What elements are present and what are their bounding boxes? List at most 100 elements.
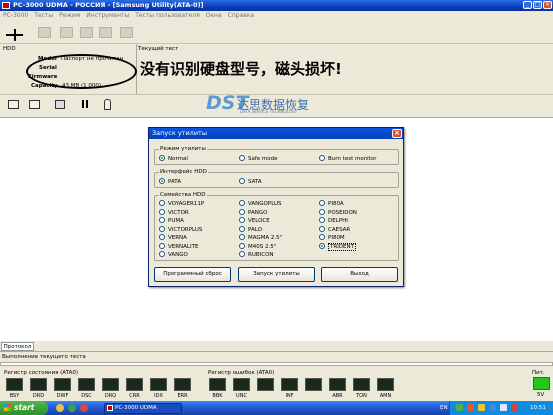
family-option[interactable]: PUMA xyxy=(159,217,184,225)
family-option[interactable]: VICTORPLUS xyxy=(159,225,202,234)
family-option[interactable]: VERNALITE xyxy=(159,242,198,251)
interface-sata[interactable]: SATA xyxy=(239,178,262,186)
tray-icon-6[interactable] xyxy=(511,404,518,411)
family-option[interactable]: VELOCE xyxy=(239,217,270,225)
close-button[interactable]: × xyxy=(543,1,552,9)
menu-pc3000[interactable]: PC-3000 xyxy=(0,11,31,20)
radio-icon xyxy=(159,242,165,249)
interface-group: Интерфейс HDD PATA SATA xyxy=(154,169,399,188)
menu-tools[interactable]: Инструменты xyxy=(83,11,132,20)
tray-icon-2[interactable] xyxy=(467,404,474,411)
register-bit-label: CRR xyxy=(129,393,140,399)
error-register: BBK UNC INF ABR TON AMN xyxy=(205,375,401,399)
family-option[interactable]: PALO xyxy=(239,225,262,234)
menu-mode[interactable]: Режим xyxy=(56,11,83,20)
save-icon[interactable] xyxy=(55,100,65,109)
family-option[interactable]: VANGOPLUS xyxy=(239,200,282,208)
menu-user-tests[interactable]: Тесты пользователя xyxy=(132,11,202,20)
windows-logo-icon xyxy=(4,404,11,411)
radio-icon xyxy=(239,155,245,161)
menu-tests[interactable]: Тесты xyxy=(31,11,56,20)
window-titlebar: PC-3000 UDMA - РОССИЯ - [Samsung Utility… xyxy=(0,0,553,11)
family-option[interactable]: PI80M xyxy=(319,234,345,242)
register-bit-label: ABR xyxy=(332,393,343,399)
register-bit-label: BBK xyxy=(212,393,223,399)
window-title: PC-3000 UDMA - РОССИЯ - [Samsung Utility… xyxy=(13,1,204,9)
mode-normal[interactable]: Normal xyxy=(159,155,188,163)
register-led xyxy=(78,378,95,391)
tray-icon-5[interactable] xyxy=(500,404,507,411)
language-indicator[interactable]: EN xyxy=(440,405,448,411)
family-option[interactable]: TRIDENT xyxy=(319,242,356,251)
mode-burn-test[interactable]: Burn test monitor xyxy=(319,155,377,163)
register-bit-label: BSY xyxy=(9,393,20,399)
maximize-button[interactable]: □ xyxy=(533,1,542,9)
quicklaunch-icon-1[interactable] xyxy=(56,404,64,412)
family-option[interactable]: PI80A xyxy=(319,200,344,208)
hand-icon[interactable] xyxy=(104,99,111,110)
register-bit-label: AMN xyxy=(379,393,392,399)
register-bit-label: DRD xyxy=(32,393,45,399)
family-option[interactable]: VANGO xyxy=(159,251,188,259)
radio-icon xyxy=(239,251,245,257)
open-icon[interactable] xyxy=(8,100,19,109)
toolbar-icon-4[interactable] xyxy=(99,27,112,38)
menu-help[interactable]: Справка xyxy=(225,11,257,20)
tab-protocol[interactable]: Протокол xyxy=(1,342,34,351)
quicklaunch-icon-3[interactable] xyxy=(80,404,88,412)
taskbar-item-pc3000[interactable]: PC-3000 UDMA xyxy=(104,403,182,414)
quicklaunch-icon-2[interactable] xyxy=(68,404,76,412)
radio-icon xyxy=(239,217,245,223)
register-led xyxy=(257,378,274,391)
exit-button[interactable]: Выход xyxy=(321,267,398,282)
progress-label: Выполнение текущего теста xyxy=(2,354,86,360)
radio-icon xyxy=(319,242,325,249)
toolbar-icon-3[interactable] xyxy=(80,27,93,38)
mode-group-title: Режим утилиты xyxy=(159,146,207,152)
toolbar-icon-1[interactable] xyxy=(38,27,51,38)
tray-icon-3[interactable] xyxy=(478,404,485,411)
radio-icon xyxy=(159,208,165,215)
power-led xyxy=(533,377,550,390)
annotation-ellipse xyxy=(26,54,137,89)
register-bit-label: INF xyxy=(285,393,294,399)
minimize-button[interactable]: _ xyxy=(523,1,532,9)
divider xyxy=(0,351,553,352)
dialog-close-button[interactable]: × xyxy=(392,129,402,138)
toolbar-icon-5[interactable] xyxy=(120,27,133,38)
tray-icon-1[interactable] xyxy=(456,404,463,411)
menu-windows[interactable]: Окна xyxy=(203,11,225,20)
mode-safe[interactable]: Safe mode xyxy=(239,155,278,163)
start-utility-button[interactable]: Запуск утилиты xyxy=(238,267,315,282)
register-led xyxy=(6,378,23,391)
family-option[interactable]: VERNA xyxy=(159,234,187,242)
software-reset-button[interactable]: Программный сброс xyxy=(154,267,231,282)
hdd-header: HDD xyxy=(3,46,16,52)
register-bit-label: DRQ xyxy=(104,393,117,399)
dialog-title: Запуск утилиты xyxy=(149,128,403,139)
interface-pata[interactable]: PATA xyxy=(159,178,181,186)
family-option[interactable]: CAESAR xyxy=(319,225,350,234)
register-led xyxy=(174,378,191,391)
start-label: start xyxy=(14,403,35,412)
family-option[interactable]: PANGO xyxy=(239,208,267,217)
interface-group-title: Интерфейс HDD xyxy=(159,169,208,175)
family-option[interactable]: POSEIDON xyxy=(319,208,357,217)
register-bit-label: IDX xyxy=(154,393,163,399)
family-option[interactable]: M40S 2.5" xyxy=(239,242,276,251)
tray-icon-4[interactable] xyxy=(489,404,496,411)
pause-icon[interactable] xyxy=(82,100,84,108)
toolbar-divider xyxy=(0,94,553,95)
radio-icon xyxy=(159,217,165,223)
family-option[interactable]: MAGMA 2.5" xyxy=(239,234,282,242)
toolbar-icon-2[interactable] xyxy=(60,27,73,38)
family-option[interactable]: VICTOR xyxy=(159,208,189,217)
save-all-icon[interactable] xyxy=(29,100,40,109)
register-bit-label: DWF xyxy=(56,393,69,399)
progress-bar xyxy=(0,362,553,366)
family-option[interactable]: RUBICON xyxy=(239,251,274,259)
mode-group: Режим утилиты Normal Safe mode Burn test… xyxy=(154,146,399,165)
family-option[interactable]: VOYAGER11P xyxy=(159,200,204,208)
family-option[interactable]: DELPHI xyxy=(319,217,348,225)
radio-icon xyxy=(159,251,165,257)
